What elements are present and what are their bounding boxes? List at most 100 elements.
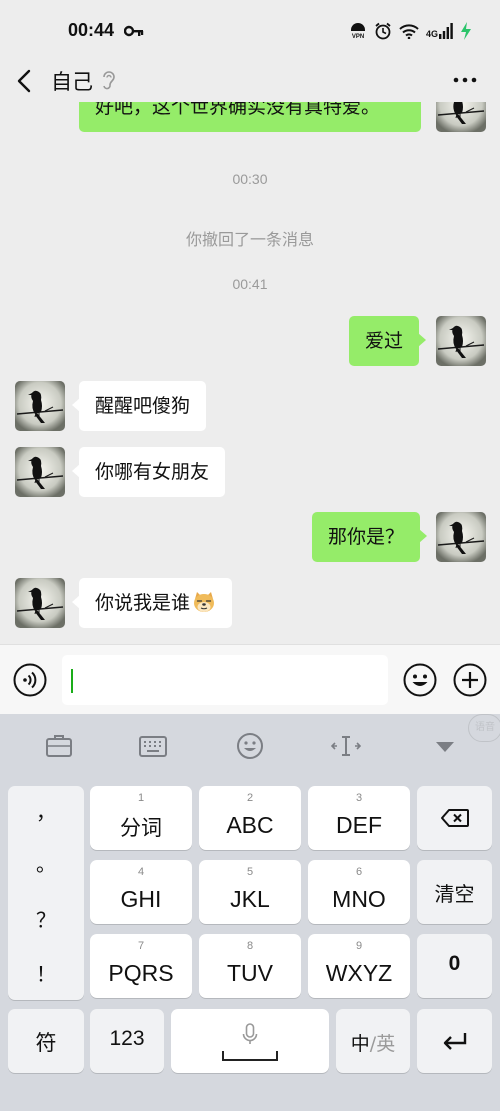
key-number: 5 [246, 866, 254, 878]
plus-icon[interactable] [453, 663, 487, 697]
doge-emoji-icon [194, 591, 215, 612]
message-bubble-me[interactable]: 那你是？ [312, 512, 428, 562]
key-4-ghi[interactable]: 4 GHI [90, 860, 192, 924]
chat-header: 自己 [0, 60, 500, 102]
key-number: 2 [246, 792, 254, 804]
avatar-contact[interactable] [15, 447, 65, 497]
space-key[interactable] [171, 1009, 329, 1073]
message-text: 醒醒吧傻狗 [95, 395, 191, 417]
avatar-contact[interactable] [15, 381, 65, 431]
voice-input-badge: 语音 [468, 714, 500, 742]
message-bubble-them[interactable]: 你说我是谁 [71, 578, 233, 628]
message-bubble-them[interactable]: 醒醒吧傻狗 [71, 381, 207, 431]
message-text: 那你是？ [328, 526, 405, 548]
avatar-me[interactable] [436, 316, 486, 366]
timestamp: 00:30 [232, 171, 268, 187]
toolbox-icon[interactable] [44, 732, 74, 760]
key-label: WXYZ [325, 960, 393, 986]
punctuation-key[interactable]: ， [8, 796, 84, 825]
vpn-icon: VPN [350, 23, 365, 40]
key-label: JKL [230, 886, 270, 912]
symbol-key[interactable]: 符 [8, 1009, 84, 1073]
text-caret [71, 669, 73, 693]
key-8-tuv[interactable]: 8 TUV [199, 934, 301, 998]
key-1-fenci[interactable]: 1 分词 [90, 786, 192, 850]
timestamp: 00:41 [232, 276, 268, 292]
keyboard-icon[interactable] [138, 732, 168, 760]
system-message: 你撤回了一条消息 [185, 230, 314, 249]
key-label: 分词 [120, 816, 162, 840]
status-bar: 00:44 VPN 4G [0, 0, 500, 60]
more-icon[interactable] [452, 70, 478, 90]
charging-icon [461, 22, 471, 40]
emoji-icon[interactable] [403, 663, 437, 697]
key-label: ABC [226, 812, 274, 838]
status-icons: VPN 4G [349, 22, 472, 40]
message-text: 好吧，这个世界确实没有真特爱。 [95, 102, 381, 118]
input-bar [0, 644, 500, 714]
voice-icon[interactable] [13, 663, 47, 697]
key-icon [124, 25, 144, 37]
message-bubble-them[interactable]: 你哪有女朋友 [71, 447, 226, 497]
key-label: DEF [336, 812, 382, 838]
clear-key[interactable]: 清空 [417, 860, 492, 924]
key-number: 1 [137, 792, 145, 804]
message-list[interactable]: 好吧，这个世界确实没有真特爱。 00:30 你撤回了一条消息 00:41 爱过 … [0, 102, 500, 642]
network-type: 4G [425, 29, 438, 39]
punctuation-list[interactable]: ， 。 ？ ！ [8, 786, 84, 1000]
message-text: 你哪有女朋友 [95, 461, 210, 483]
avatar-me[interactable] [436, 512, 486, 562]
key-2-abc[interactable]: 2 ABC [199, 786, 301, 850]
microphone-icon [242, 1023, 258, 1044]
message-text: 你说我是谁 [95, 592, 191, 614]
space-icon [222, 1051, 278, 1061]
key-7-pqrs[interactable]: 7 PQRS [90, 934, 192, 998]
key-label: GHI [120, 886, 162, 912]
keyboard-toolbar: 语音 [0, 714, 500, 778]
message-text: 爱过 [365, 330, 404, 352]
signal-icon: 4G [426, 23, 453, 39]
key-label: MNO [332, 886, 386, 912]
key-number: 8 [246, 940, 254, 952]
key-label: 清空 [434, 882, 475, 906]
cursor-icon[interactable] [331, 732, 361, 760]
collapse-icon[interactable] [430, 732, 460, 760]
punctuation-key[interactable]: ？ [8, 904, 84, 933]
lang-chinese: 中 [350, 1033, 370, 1055]
backspace-key[interactable] [417, 786, 492, 850]
enter-icon [443, 1033, 467, 1050]
key-5-jkl[interactable]: 5 JKL [199, 860, 301, 924]
key-number: 7 [137, 940, 145, 952]
message-bubble-me[interactable]: 爱过 [349, 316, 427, 366]
number-key[interactable]: 123 [90, 1009, 164, 1073]
avatar-contact[interactable] [15, 578, 65, 628]
backspace-icon [441, 809, 469, 827]
lang-english: 英 [376, 1033, 396, 1055]
punctuation-key[interactable]: ！ [8, 958, 84, 987]
key-6-mno[interactable]: 6 MNO [308, 860, 410, 924]
key-9-wxyz[interactable]: 9 WXYZ [308, 934, 410, 998]
back-icon[interactable] [14, 68, 36, 94]
punctuation-key[interactable]: 。 [8, 848, 84, 877]
key-label: 符 [35, 1031, 57, 1055]
message-input[interactable] [62, 655, 388, 705]
alarm-icon [375, 22, 391, 40]
key-label: 123 [109, 1027, 145, 1050]
key-number: 9 [355, 940, 363, 952]
emoji-icon[interactable] [235, 732, 265, 760]
key-number: 3 [355, 792, 363, 804]
enter-key[interactable] [417, 1009, 492, 1073]
message-bubble-partial[interactable]: 好吧，这个世界确实没有真特爱。 [79, 102, 421, 132]
key-number: 4 [137, 866, 145, 878]
key-label: 0 [448, 952, 461, 975]
wifi-icon [399, 24, 419, 39]
ear-icon [103, 71, 115, 90]
keyboard: 语音 ， 。 ？ ！ 1 分词 2 ABC 3 DEF 4 GHI 5 JKL … [0, 714, 500, 1111]
chat-title: 自己 [51, 70, 93, 94]
key-label: TUV [227, 960, 273, 986]
key-3-def[interactable]: 3 DEF [308, 786, 410, 850]
language-switch-key[interactable]: 中/英 [336, 1009, 410, 1073]
avatar-me[interactable] [436, 102, 486, 132]
zero-key[interactable]: 0 [417, 934, 492, 998]
status-time: 00:44 [68, 20, 115, 40]
